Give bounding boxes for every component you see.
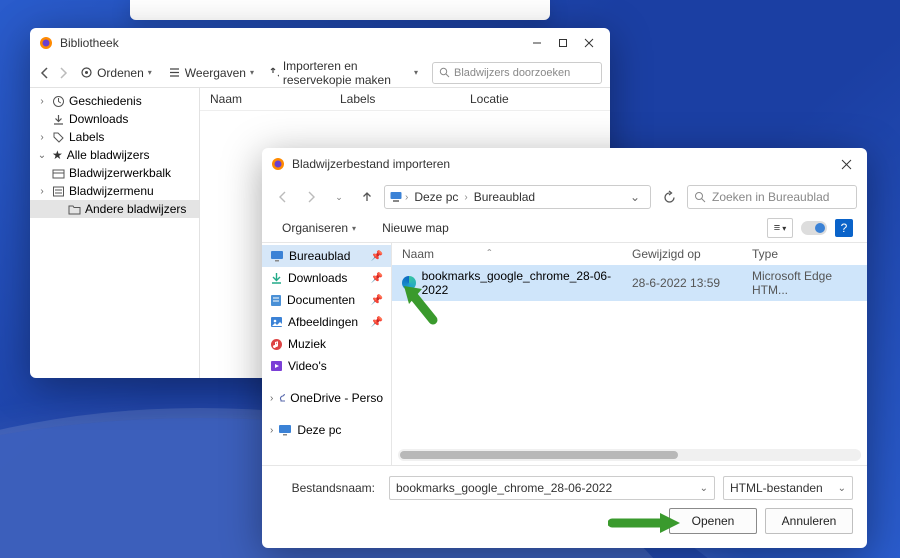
chevron-down-icon: ⌄ bbox=[838, 483, 846, 494]
tree-downloads[interactable]: Downloads bbox=[30, 110, 199, 128]
tree-all-bookmarks[interactable]: ⌄ ★ Alle bladwijzers bbox=[30, 146, 199, 164]
crumb-desktop[interactable]: Bureaublad bbox=[470, 190, 539, 204]
dialog-forward-button[interactable] bbox=[300, 186, 322, 208]
search-icon bbox=[439, 67, 450, 78]
dialog-search[interactable]: Zoeken in Bureaublad bbox=[687, 185, 857, 209]
close-button[interactable] bbox=[576, 32, 602, 54]
dialog-close-button[interactable] bbox=[833, 153, 859, 175]
search-icon bbox=[694, 191, 706, 203]
file-type: Microsoft Edge HTM... bbox=[752, 269, 857, 297]
chevron-down-icon: ⌄ bbox=[700, 483, 708, 494]
minimize-button[interactable] bbox=[524, 32, 550, 54]
library-title: Bibliotheek bbox=[60, 36, 119, 50]
history-icon bbox=[52, 95, 65, 108]
side-onedrive[interactable]: › OneDrive - Perso bbox=[262, 387, 391, 409]
import-icon bbox=[270, 66, 279, 79]
organize-menu[interactable]: Ordenen ▾ bbox=[74, 64, 158, 82]
dialog-back-button[interactable] bbox=[272, 186, 294, 208]
help-icon[interactable]: ? bbox=[835, 219, 853, 237]
back-button[interactable] bbox=[38, 63, 52, 83]
tag-icon bbox=[52, 131, 65, 144]
dialog-title: Bladwijzerbestand importeren bbox=[292, 157, 450, 171]
firefox-icon bbox=[38, 35, 54, 51]
horizontal-scrollbar[interactable] bbox=[398, 449, 861, 461]
library-tree: › Geschiedenis Downloads › Labels ⌄ ★ Al… bbox=[30, 88, 200, 378]
tree-other-bookmarks[interactable]: Andere bladwijzers bbox=[30, 200, 199, 218]
music-icon bbox=[270, 338, 283, 351]
tree-history[interactable]: › Geschiedenis bbox=[30, 92, 199, 110]
side-documents[interactable]: Documenten📌 bbox=[262, 289, 391, 311]
dialog-footer: Bestandsnaam: bookmarks_google_chrome_28… bbox=[262, 466, 867, 544]
desktop-icon bbox=[270, 250, 284, 262]
crumb-this-pc[interactable]: Deze pc bbox=[410, 190, 462, 204]
document-icon bbox=[270, 294, 282, 307]
pictures-icon bbox=[270, 316, 283, 328]
tree-labels[interactable]: › Labels bbox=[30, 128, 199, 146]
cancel-button[interactable]: Annuleren bbox=[765, 508, 853, 534]
dialog-titlebar[interactable]: Bladwijzerbestand importeren bbox=[262, 148, 867, 180]
filename-label: Bestandsnaam: bbox=[276, 481, 381, 495]
forward-button[interactable] bbox=[56, 63, 70, 83]
col-name[interactable]: Naam bbox=[210, 92, 340, 106]
preview-toggle[interactable] bbox=[801, 221, 827, 235]
download-icon bbox=[270, 272, 283, 285]
side-downloads[interactable]: Downloads📌 bbox=[262, 267, 391, 289]
dialog-sidebar: Bureaublad📌 Downloads📌 Documenten📌 Afbee… bbox=[262, 243, 392, 465]
star-icon: ★ bbox=[52, 148, 63, 162]
breadcrumb[interactable]: › Deze pc › Bureaublad ⌄ bbox=[384, 185, 651, 209]
col-location[interactable]: Locatie bbox=[470, 92, 600, 106]
tree-bookmark-toolbar[interactable]: Bladwijzerwerkbalk bbox=[30, 164, 199, 182]
gear-icon bbox=[80, 66, 93, 79]
edge-icon bbox=[402, 276, 416, 290]
dialog-tools: Organiseren ▾ Nieuwe map ≡ ▾ ? bbox=[262, 214, 867, 242]
filetype-filter[interactable]: HTML-bestanden ⌄ bbox=[723, 476, 853, 500]
col-labels[interactable]: Labels bbox=[340, 92, 470, 106]
col-type[interactable]: Type bbox=[752, 247, 857, 261]
menu-folder-icon bbox=[52, 185, 65, 198]
dialog-up-button[interactable] bbox=[356, 186, 378, 208]
col-name[interactable]: Naam ˆ bbox=[402, 247, 632, 261]
refresh-button[interactable] bbox=[657, 186, 681, 208]
file-modified: 28-6-2022 13:59 bbox=[632, 276, 752, 290]
recent-dropdown[interactable]: ⌄ bbox=[328, 186, 350, 208]
views-menu[interactable]: Weergaven ▾ bbox=[162, 64, 260, 82]
maximize-button[interactable] bbox=[550, 32, 576, 54]
library-search[interactable]: Bladwijzers doorzoeken bbox=[432, 62, 602, 84]
download-icon bbox=[52, 113, 65, 126]
file-list[interactable]: Naam ˆ Gewijzigd op Type bookmarks_googl… bbox=[392, 243, 867, 465]
onedrive-icon bbox=[278, 393, 285, 403]
side-videos[interactable]: Video's bbox=[262, 355, 391, 377]
side-music[interactable]: Muziek bbox=[262, 333, 391, 355]
file-dialog: Bladwijzerbestand importeren ⌄ › Deze pc… bbox=[262, 148, 867, 548]
organize-button[interactable]: Organiseren ▾ bbox=[276, 219, 362, 237]
side-pictures[interactable]: Afbeeldingen📌 bbox=[262, 311, 391, 333]
new-folder-button[interactable]: Nieuwe map bbox=[376, 219, 455, 237]
library-toolbar: Ordenen ▾ Weergaven ▾ Importeren en rese… bbox=[30, 58, 610, 88]
dialog-nav: ⌄ › Deze pc › Bureaublad ⌄ Zoeken in Bur… bbox=[262, 180, 867, 214]
col-modified[interactable]: Gewijzigd op bbox=[632, 247, 752, 261]
toolbar-folder-icon bbox=[52, 167, 65, 180]
list-icon bbox=[168, 66, 181, 79]
crumb-dropdown[interactable]: ⌄ bbox=[624, 190, 646, 204]
this-pc-icon bbox=[278, 424, 292, 436]
library-titlebar[interactable]: Bibliotheek bbox=[30, 28, 610, 58]
import-menu[interactable]: Importeren en reservekopie maken ▾ bbox=[264, 57, 424, 89]
side-this-pc[interactable]: › Deze pc bbox=[262, 419, 391, 441]
open-button[interactable]: Openen bbox=[669, 508, 757, 534]
side-desktop[interactable]: Bureaublad📌 bbox=[262, 245, 391, 267]
firefox-icon bbox=[270, 156, 286, 172]
folder-icon bbox=[68, 203, 81, 216]
file-row[interactable]: bookmarks_google_chrome_28-06-2022 28-6-… bbox=[392, 265, 867, 301]
this-pc-icon bbox=[389, 190, 403, 204]
tree-bookmark-menu[interactable]: › Bladwijzermenu bbox=[30, 182, 199, 200]
video-icon bbox=[270, 360, 283, 372]
view-mode-button[interactable]: ≡ ▾ bbox=[767, 218, 793, 238]
file-name: bookmarks_google_chrome_28-06-2022 bbox=[422, 269, 632, 297]
filename-input[interactable]: bookmarks_google_chrome_28-06-2022 ⌄ bbox=[389, 476, 715, 500]
